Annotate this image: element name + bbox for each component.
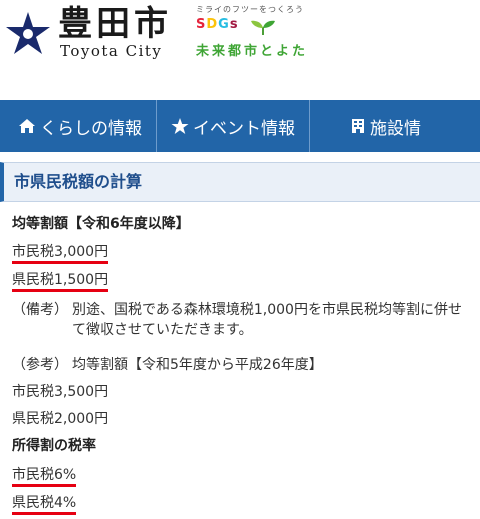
sdgs-letter: D <box>206 17 219 32</box>
toyota-city-emblem-icon[interactable] <box>4 10 52 58</box>
nav-item-label: くらしの情報 <box>40 118 142 139</box>
city-tax-per-capita: 市民税3,000円 <box>12 244 109 264</box>
city-name[interactable]: 豊田市 <box>58 4 172 44</box>
pref-tax-rate: 県民税4% <box>12 495 77 515</box>
sdgs-slogan: 未来都市とよた <box>196 44 309 59</box>
nav-item-events[interactable]: イベント情報 <box>157 100 310 152</box>
sdgs-logo[interactable]: SDGs <box>196 17 239 32</box>
city-tax-reference: 市民税3,500円 <box>12 384 109 400</box>
site-header: 豊田市 Toyota City ミライのフツーをつくろう SDGs 未来都市とよ… <box>0 0 480 100</box>
section-heading: 市県民税額の計算 <box>0 162 480 202</box>
per-capita-heading: 均等割額【令和6年度以降】 <box>12 216 190 232</box>
nav-item-living[interactable]: くらしの情報 <box>0 100 157 152</box>
note-label: （備考） <box>12 302 68 318</box>
reference-block: （参考） 均等割額【令和5年度から平成26年度】 <box>12 355 472 375</box>
nav-item-label: イベント情報 <box>193 118 295 139</box>
sdgs-letter: S <box>196 17 207 32</box>
pref-tax-reference: 県民税2,000円 <box>12 411 109 427</box>
nav-item-label: 施設情 <box>370 118 421 139</box>
nav-item-facilities[interactable]: 施設情 <box>310 100 435 152</box>
building-icon <box>352 119 364 133</box>
reference-label: （参考） <box>12 357 68 373</box>
sdgs-tagline: ミライのフツーをつくろう <box>196 5 304 14</box>
home-icon <box>19 119 35 133</box>
note-block: （備考） 別途、国税である森林環境税1,000円を市県民税均等割に併せて徴収させ… <box>12 300 472 344</box>
star-icon <box>171 117 189 134</box>
reference-text: 均等割額【令和5年度から平成26年度】 <box>72 357 323 373</box>
city-name-english: Toyota City <box>60 42 163 60</box>
sdgs-letter: s <box>229 17 239 32</box>
sprout-icon <box>251 20 275 35</box>
pref-tax-per-capita: 県民税1,500円 <box>12 272 109 292</box>
income-rate-heading: 所得割の税率 <box>12 438 96 454</box>
global-nav: くらしの情報 イベント情報 施設情 <box>0 100 480 152</box>
city-tax-rate: 市民税6% <box>12 467 77 487</box>
note-text: 別途、国税である森林環境税1,000円を市県民税均等割に併せて徴収させていただき… <box>72 302 462 338</box>
sdgs-letter: G <box>218 17 230 32</box>
